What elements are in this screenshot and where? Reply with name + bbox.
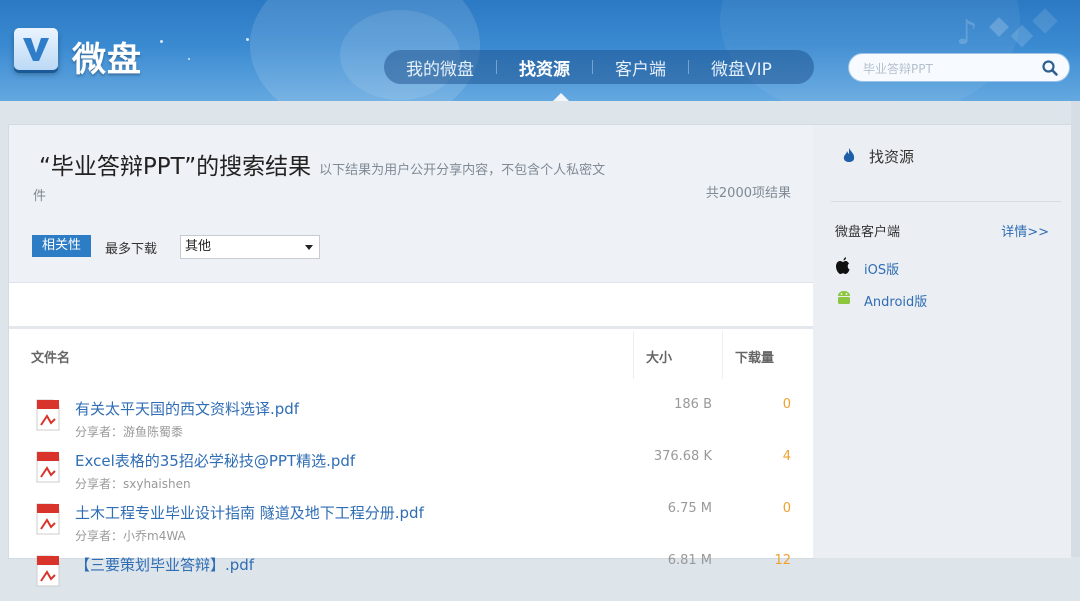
column-header-downloads[interactable]: 下载量 (735, 347, 774, 366)
android-download-item[interactable]: Android版 (835, 289, 927, 310)
pdf-file-icon (36, 503, 60, 535)
search-icon[interactable] (1041, 59, 1059, 77)
sidebar-title[interactable]: 找资源 (869, 146, 914, 167)
star-decoration (188, 58, 190, 60)
chevron-down-icon (305, 245, 313, 250)
music-notes-decoration: ♪ (956, 8, 1058, 53)
table-header: 文件名 大小 下载量 (9, 331, 813, 379)
file-size: 376.68 K (653, 449, 712, 464)
file-name-link[interactable]: 【三要策划毕业答辩】.pdf (75, 554, 254, 575)
results-note-wrap: 件 (33, 189, 47, 204)
page-edge (1071, 101, 1080, 557)
pdf-file-icon (36, 555, 60, 587)
file-sharer: 分享者：游鱼陈蜀黍 (75, 425, 184, 439)
table-row: Excel表格的35招必学秘技@PPT精选.pdf 分享者：sxyhaishen… (9, 445, 813, 497)
right-sidebar: 找资源 微盘客户端 详情>> iOS版 Android版 (813, 124, 1071, 558)
file-size: 6.81 M (667, 553, 712, 568)
top-header: ♪ 微盘 我的微盘 找资源 客户端 微盘VIP (0, 0, 1080, 101)
result-count: 共2000项结果 (705, 186, 791, 201)
table-row: 有关太平天国的西文资料选译.pdf 分享者：游鱼陈蜀黍 186 B 0 (9, 393, 813, 445)
star-decoration (246, 38, 249, 41)
sort-relevance-tab[interactable]: 相关性 (32, 235, 92, 257)
pdf-file-icon (36, 451, 60, 483)
active-nav-pointer (553, 93, 569, 101)
pdf-file-icon (36, 399, 60, 431)
apple-icon (836, 257, 850, 274)
logo-icon[interactable] (14, 28, 58, 70)
file-sharer: 分享者：小乔m4WA (75, 529, 186, 543)
ios-link[interactable]: iOS版 (864, 259, 899, 278)
file-name-link[interactable]: Excel表格的35招必学秘技@PPT精选.pdf (75, 450, 355, 471)
file-download-count: 4 (782, 449, 791, 464)
svg-text:♪: ♪ (956, 13, 978, 53)
search-input[interactable] (861, 58, 1035, 80)
results-title-line: “毕业答辩PPT”的搜索结果 以下结果为用户公开分享内容，不包含个人私密文 (39, 147, 679, 181)
section-divider (9, 326, 813, 329)
nav-find-resources[interactable]: 找资源 (497, 55, 592, 80)
nav-vip[interactable]: 微盘VIP (689, 55, 794, 80)
main-nav: 我的微盘 找资源 客户端 微盘VIP (384, 50, 814, 84)
search-box (848, 53, 1070, 82)
file-download-count: 0 (782, 501, 791, 516)
client-details-link[interactable]: 详情>> (1001, 221, 1049, 240)
column-header-size[interactable]: 大小 (646, 347, 672, 366)
star-decoration (160, 40, 163, 43)
filter-select-value: 其他 (185, 239, 212, 254)
client-label: 微盘客户端 (835, 225, 901, 240)
page-title: “毕业答辩PPT”的搜索结果 (39, 154, 312, 180)
results-header: “毕业答辩PPT”的搜索结果 以下结果为用户公开分享内容，不包含个人私密文 件 共… (9, 125, 813, 283)
file-size: 6.75 M (667, 501, 712, 516)
logo-text[interactable]: 微盘 (72, 32, 142, 81)
nav-client[interactable]: 客户端 (593, 55, 688, 80)
file-download-count: 12 (774, 553, 791, 568)
results-note: 以下结果为用户公开分享内容，不包含个人私密文 (319, 163, 606, 178)
file-name-link[interactable]: 土木工程专业毕业设计指南 隧道及地下工程分册.pdf (75, 502, 424, 523)
search-results-panel: “毕业答辩PPT”的搜索结果 以下结果为用户公开分享内容，不包含个人私密文 件 共… (8, 124, 814, 587)
file-size: 186 B (674, 397, 712, 412)
column-header-size-cell: 大小 (633, 331, 722, 379)
android-icon (838, 291, 850, 304)
file-download-count: 0 (782, 397, 791, 412)
file-name-link[interactable]: 有关太平天国的西文资料选译.pdf (75, 398, 299, 419)
sidebar-divider (831, 201, 1061, 202)
android-link[interactable]: Android版 (864, 291, 927, 310)
table-row: 土木工程专业毕业设计指南 隧道及地下工程分册.pdf 分享者：小乔m4WA 6.… (9, 497, 813, 549)
nav-my-weipan[interactable]: 我的微盘 (384, 55, 496, 80)
column-header-name[interactable]: 文件名 (31, 347, 70, 366)
file-sharer: 分享者：sxyhaishen (75, 477, 191, 491)
flame-icon (843, 148, 855, 162)
sort-downloads-tab[interactable]: 最多下载 (105, 238, 157, 257)
filter-select[interactable]: 其他 (180, 235, 320, 259)
column-header-downloads-cell: 下载量 (722, 331, 801, 379)
ios-download-item[interactable]: iOS版 (835, 257, 899, 278)
